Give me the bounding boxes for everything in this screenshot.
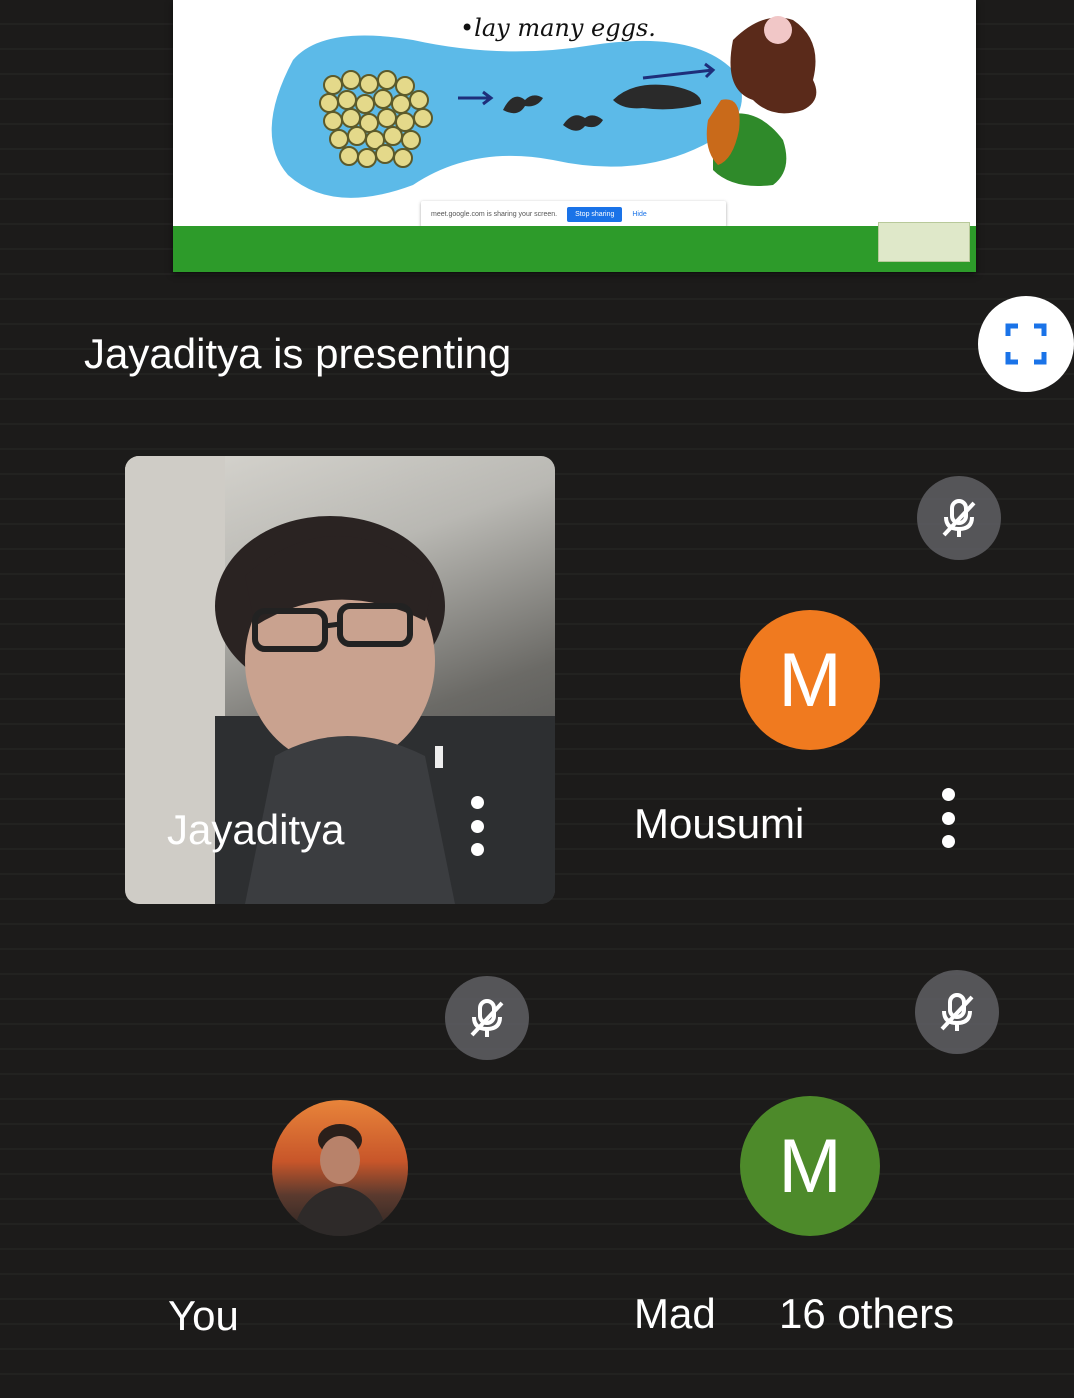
slide-caption: •lay many eggs. xyxy=(460,14,656,42)
self-avatar xyxy=(272,1100,408,1236)
more-options-button[interactable] xyxy=(467,796,487,856)
participant-name-partial: Mad xyxy=(634,1290,716,1337)
mic-off-icon xyxy=(942,499,976,537)
slide-footer-band xyxy=(173,226,976,272)
slide-logo xyxy=(878,222,970,262)
participant-avatar: M xyxy=(740,1096,880,1236)
more-vert-icon xyxy=(470,796,484,809)
participant-name: Mousumi xyxy=(634,800,805,847)
fullscreen-button[interactable] xyxy=(978,296,1074,392)
mic-off-icon xyxy=(470,999,504,1037)
participant-tile-video[interactable]: Jayaditya xyxy=(125,456,555,904)
shared-screen[interactable]: •lay many eggs. meet.google.com is shari… xyxy=(173,0,976,272)
participant-name: You xyxy=(168,1292,239,1339)
screen-share-banner: meet.google.com is sharing your screen. … xyxy=(421,201,726,227)
participant-name: Mad 16 others xyxy=(634,1290,954,1338)
more-vert-icon xyxy=(941,788,955,801)
share-banner-text: meet.google.com is sharing your screen. xyxy=(431,210,558,218)
participant-avatar: M xyxy=(740,610,880,750)
meet-window: •lay many eggs. meet.google.com is shari… xyxy=(0,0,1074,1398)
others-count: 16 others xyxy=(779,1290,955,1337)
mic-off-icon xyxy=(940,993,974,1031)
more-options-button[interactable] xyxy=(938,788,958,848)
stop-sharing-button[interactable]: Stop sharing xyxy=(567,206,623,222)
participant-name: Jayaditya xyxy=(167,806,345,853)
hide-banner-link[interactable]: Hide xyxy=(632,211,646,218)
fullscreen-icon xyxy=(1005,323,1047,365)
muted-indicator xyxy=(445,976,529,1060)
muted-indicator xyxy=(915,970,999,1054)
muted-indicator xyxy=(917,476,1001,560)
presenting-label: Jayaditya is presenting xyxy=(84,330,512,377)
